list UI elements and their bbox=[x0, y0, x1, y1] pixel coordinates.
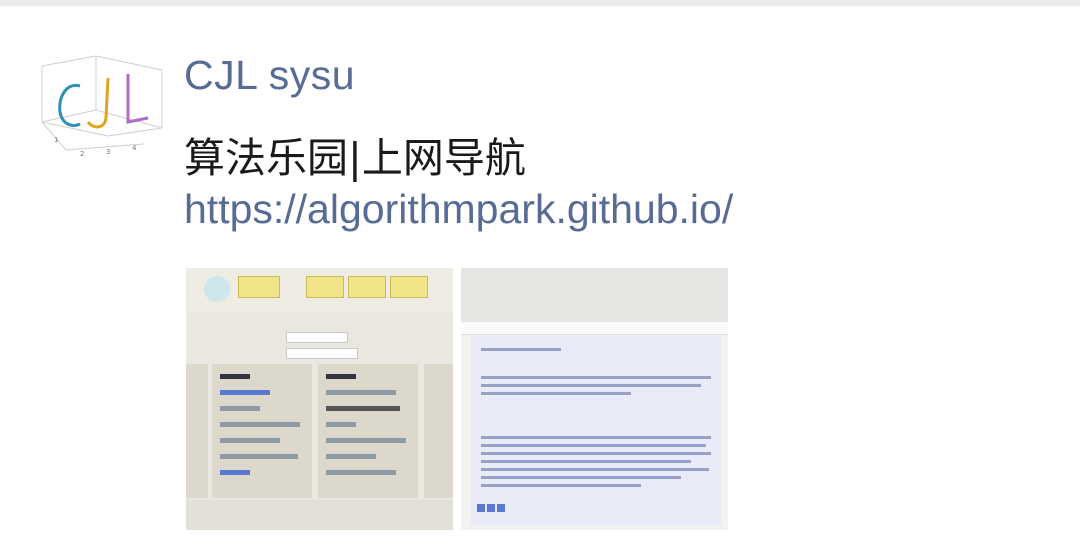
site-logo-icon bbox=[204, 276, 230, 302]
thumb-text bbox=[481, 436, 711, 439]
avatar-tick: 2 bbox=[80, 150, 84, 158]
avatar-tick: 1 bbox=[54, 136, 58, 144]
thumb-header bbox=[186, 268, 453, 312]
thumb-header bbox=[461, 268, 728, 322]
thumb-text bbox=[326, 390, 396, 395]
thumb-text bbox=[481, 460, 691, 463]
post-title: 算法乐园|上网导航 bbox=[184, 134, 526, 182]
avatar-tick: 3 bbox=[106, 148, 110, 156]
thumb-button bbox=[390, 276, 428, 298]
avatar-letter-c bbox=[58, 83, 81, 127]
thumb-text bbox=[220, 470, 250, 475]
thumb-text bbox=[220, 390, 270, 395]
thumb-text bbox=[481, 384, 701, 387]
thumb-text bbox=[481, 484, 641, 487]
thumb-text bbox=[326, 406, 400, 411]
thumb-button bbox=[477, 504, 485, 512]
thumb-text bbox=[220, 454, 298, 459]
thumb-text bbox=[220, 438, 280, 443]
avatar[interactable]: 1 2 3 4 bbox=[36, 52, 170, 170]
thumb-panel bbox=[212, 364, 312, 498]
avatar-letter-l bbox=[126, 74, 149, 124]
thumb-search-box bbox=[286, 348, 358, 359]
thumb-text bbox=[326, 422, 356, 427]
thumb-text bbox=[481, 444, 706, 447]
thumb-footer bbox=[186, 500, 453, 530]
thumbnail-navigation-site[interactable] bbox=[186, 268, 453, 530]
thumb-panel bbox=[186, 364, 208, 498]
thumb-text bbox=[481, 476, 681, 479]
thumb-text bbox=[220, 422, 300, 427]
thumb-text bbox=[481, 376, 711, 379]
thumb-content bbox=[471, 336, 721, 526]
thumb-text bbox=[220, 374, 250, 379]
thumb-text bbox=[326, 470, 396, 475]
post-link[interactable]: https://algorithmpark.github.io/ bbox=[184, 186, 733, 233]
thumb-text bbox=[481, 468, 709, 471]
thumb-button bbox=[487, 504, 495, 512]
thumb-button bbox=[306, 276, 344, 298]
avatar-letter-j bbox=[86, 77, 110, 129]
thumb-toolbar bbox=[461, 322, 728, 335]
thumb-text bbox=[481, 348, 561, 351]
thumb-text bbox=[326, 374, 356, 379]
thumb-panel bbox=[424, 364, 453, 498]
avatar-tick: 4 bbox=[132, 144, 137, 152]
thumb-text bbox=[481, 392, 631, 395]
top-divider bbox=[0, 0, 1080, 6]
thumb-text bbox=[326, 454, 376, 459]
thumb-button bbox=[348, 276, 386, 298]
thumb-search-box bbox=[286, 332, 348, 343]
thumbnail-document-page[interactable] bbox=[461, 268, 728, 530]
author-name[interactable]: CJL sysu bbox=[184, 52, 355, 99]
thumb-panel bbox=[318, 364, 418, 498]
avatar-plot: 1 2 3 4 bbox=[41, 55, 163, 158]
thumb-text bbox=[220, 406, 260, 411]
thumb-button bbox=[238, 276, 280, 298]
thumb-button bbox=[497, 504, 505, 512]
thumb-text bbox=[481, 452, 711, 455]
thumb-text bbox=[326, 438, 406, 443]
